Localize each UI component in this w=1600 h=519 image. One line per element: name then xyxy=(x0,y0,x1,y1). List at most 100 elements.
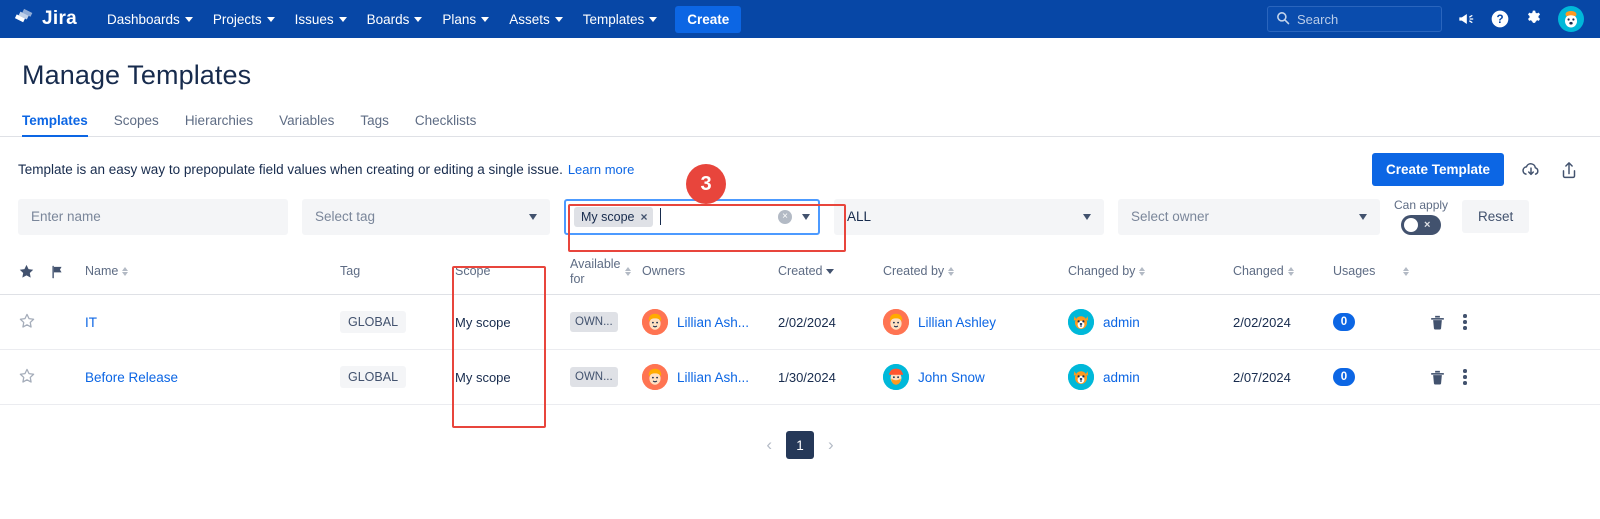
flag-icon[interactable] xyxy=(50,264,85,280)
owner-name[interactable]: Lillian Ash... xyxy=(677,315,749,330)
row-name-link[interactable]: IT xyxy=(85,315,340,330)
avatar xyxy=(1068,309,1094,335)
delete-icon[interactable] xyxy=(1428,313,1447,332)
created-by-name[interactable]: Lillian Ashley xyxy=(918,315,996,330)
scope-filter-chip: My scope × xyxy=(574,207,653,227)
chevron-down-icon[interactable] xyxy=(802,214,810,220)
sort-icon xyxy=(1288,267,1294,276)
can-apply-toggle[interactable]: × xyxy=(1401,215,1441,235)
changed-by-name[interactable]: admin xyxy=(1103,315,1140,330)
column-header-created-by[interactable]: Created by xyxy=(883,264,1068,278)
search-input[interactable]: Search xyxy=(1267,6,1442,32)
pagination-prev-icon[interactable]: ‹ xyxy=(766,435,772,455)
nav-item-issues[interactable]: Issues xyxy=(285,6,357,33)
column-header-usages[interactable]: Usages xyxy=(1333,264,1428,278)
nav-item-boards[interactable]: Boards xyxy=(357,6,433,33)
column-header-created[interactable]: Created xyxy=(778,264,883,278)
name-filter-input[interactable]: Enter name xyxy=(18,199,288,235)
column-label: Name xyxy=(85,264,118,278)
column-label: Tag xyxy=(340,264,360,278)
row-name-link[interactable]: Before Release xyxy=(85,370,340,385)
created-by-name[interactable]: John Snow xyxy=(918,370,985,385)
share-export-icon[interactable] xyxy=(1558,159,1580,181)
changed-by-name[interactable]: admin xyxy=(1103,370,1140,385)
nav-item-label: Boards xyxy=(367,12,410,27)
row-actions xyxy=(1428,368,1523,387)
nav-item-label: Plans xyxy=(442,12,476,27)
svg-text:?: ? xyxy=(1496,13,1503,26)
nav-item-label: Templates xyxy=(583,12,645,27)
available-for-filter-select[interactable]: ALL xyxy=(834,199,1104,235)
pagination-page-1[interactable]: 1 xyxy=(786,431,814,459)
page-tabs: Templates Scopes Hierarchies Variables T… xyxy=(0,97,1600,137)
avatar xyxy=(883,309,909,335)
scope-filter-chip-label: My scope xyxy=(581,210,635,224)
tag-filter-select[interactable]: Select tag xyxy=(302,199,550,235)
column-header-tag[interactable]: Tag xyxy=(340,264,455,278)
owner-filter-select[interactable]: Select owner xyxy=(1118,199,1380,235)
tab-templates[interactable]: Templates xyxy=(22,113,88,136)
available-for-filter-value: ALL xyxy=(847,209,871,224)
nav-right-actions: Search ? xyxy=(1267,6,1590,32)
column-header-owners[interactable]: Owners xyxy=(628,264,778,278)
cloud-download-icon[interactable] xyxy=(1520,159,1542,181)
tag-filter-placeholder: Select tag xyxy=(315,209,375,224)
scope-filter-select[interactable]: My scope × × xyxy=(564,199,820,235)
row-favorite-star-icon[interactable] xyxy=(0,312,50,333)
row-favorite-star-icon[interactable] xyxy=(0,367,50,388)
column-header-changed[interactable]: Changed xyxy=(1233,264,1333,278)
name-filter-placeholder: Enter name xyxy=(31,209,101,224)
nav-item-templates[interactable]: Templates xyxy=(573,6,668,33)
learn-more-link[interactable]: Learn more xyxy=(568,162,634,177)
create-button[interactable]: Create xyxy=(675,6,741,33)
row-created-by-cell: John Snow xyxy=(883,364,1068,390)
tab-variables[interactable]: Variables xyxy=(279,113,334,136)
column-header-available-for[interactable]: Available for xyxy=(570,257,628,286)
jira-logo-text: Jira xyxy=(42,8,77,30)
tab-checklists[interactable]: Checklists xyxy=(415,113,477,136)
row-changed-cell: 2/07/2024 xyxy=(1233,370,1333,385)
jira-logo[interactable]: Jira xyxy=(14,8,77,30)
nav-item-assets[interactable]: Assets xyxy=(499,6,573,33)
row-available-for-cell: OWN... xyxy=(570,367,628,387)
megaphone-icon[interactable] xyxy=(1456,9,1476,29)
delete-icon[interactable] xyxy=(1428,368,1447,387)
column-header-name[interactable]: Name xyxy=(85,264,340,278)
create-template-button[interactable]: Create Template xyxy=(1372,153,1504,186)
header-actions: Create Template xyxy=(1372,153,1580,186)
tab-hierarchies[interactable]: Hierarchies xyxy=(185,113,253,136)
settings-gear-icon[interactable] xyxy=(1524,9,1544,29)
favorite-star-icon[interactable] xyxy=(0,263,50,280)
pagination: ‹ 1 › xyxy=(0,405,1600,459)
row-usages-cell: 0 xyxy=(1333,368,1428,386)
row-more-menu-icon[interactable] xyxy=(1463,369,1467,385)
column-label: Owners xyxy=(642,264,685,278)
owner-name[interactable]: Lillian Ash... xyxy=(677,370,749,385)
tab-scopes[interactable]: Scopes xyxy=(114,113,159,136)
column-header-scope[interactable]: Scope xyxy=(455,264,570,278)
help-icon[interactable]: ? xyxy=(1490,9,1510,29)
row-actions xyxy=(1428,313,1523,332)
row-more-menu-icon[interactable] xyxy=(1463,314,1467,330)
clear-all-icon[interactable]: × xyxy=(778,210,792,224)
nav-item-label: Assets xyxy=(509,12,550,27)
close-icon[interactable]: × xyxy=(641,210,648,224)
avatar xyxy=(642,309,668,335)
table-row[interactable]: Before Release GLOBAL My scope OWN... Li… xyxy=(0,350,1600,405)
row-created-cell: 1/30/2024 xyxy=(778,370,883,385)
reset-button[interactable]: Reset xyxy=(1462,200,1529,233)
avatar[interactable] xyxy=(1558,6,1584,32)
nav-item-plans[interactable]: Plans xyxy=(432,6,499,33)
toggle-off-mark: × xyxy=(1424,219,1430,231)
nav-item-dashboards[interactable]: Dashboards xyxy=(97,6,203,33)
nav-item-projects[interactable]: Projects xyxy=(203,6,285,33)
row-created-cell: 2/02/2024 xyxy=(778,315,883,330)
chevron-down-icon xyxy=(481,17,489,22)
table-row[interactable]: IT GLOBAL My scope OWN... Lillian Ash...… xyxy=(0,295,1600,350)
sort-icon xyxy=(948,267,954,276)
tab-tags[interactable]: Tags xyxy=(360,113,389,136)
column-header-changed-by[interactable]: Changed by xyxy=(1068,264,1233,278)
column-label: Changed xyxy=(1233,264,1284,278)
search-placeholder: Search xyxy=(1297,12,1338,27)
pagination-next-icon[interactable]: › xyxy=(828,435,834,455)
